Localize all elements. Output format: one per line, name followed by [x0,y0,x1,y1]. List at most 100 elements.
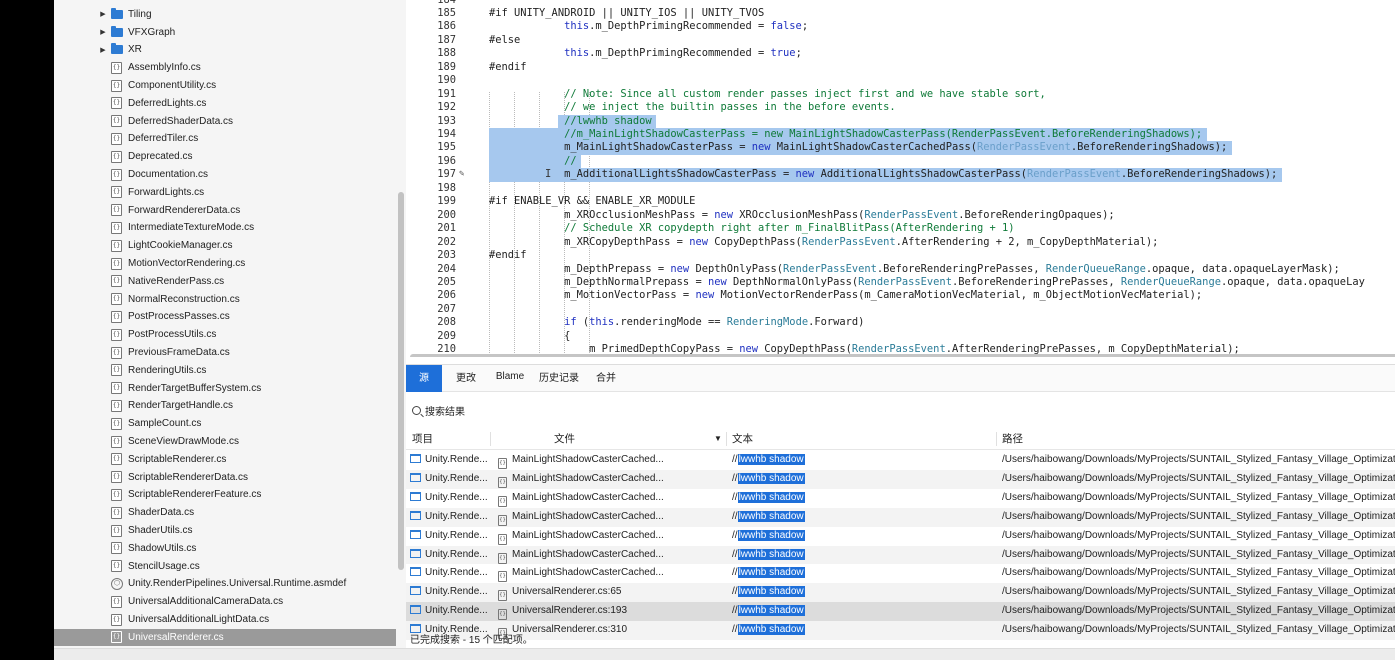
code-editor[interactable]: 184185 #if UNITY_ANDROID || UNITY_IOS || … [406,0,1395,357]
file-item[interactable]: {} IntermediateTextureMode.cs [54,219,396,237]
file-item[interactable]: {} UniversalAdditionalCameraData.cs [54,593,396,611]
result-match-highlight: lwwhb shadow [737,567,805,579]
code-text: m_DepthNormalPrepass = new DepthNormalOn… [489,275,1365,288]
file-item[interactable]: {} UniversalAdditionalLightData.cs [54,611,396,629]
file-label: Documentation.cs [128,169,209,181]
file-label: SceneViewDrawMode.cs [128,436,239,448]
folder-item[interactable]: ▶ VFXGraph [54,23,396,41]
tab-merge[interactable]: 合并 [586,365,626,392]
result-row[interactable]: Unity.Rende... {} MainLightShadowCasterCac… [406,507,1395,527]
result-project: Unity.Rende... [406,583,490,602]
result-project: Unity.Rende... [406,564,490,583]
result-path: /Users/haibowang/Downloads/MyProjects/SU… [1002,454,1395,465]
file-item[interactable]: {} RenderingUtils.cs [54,362,396,380]
file-item[interactable]: {} Deprecated.cs [54,148,396,166]
file-item[interactable]: {} RenderTargetBufferSystem.cs [54,379,396,397]
disclosure-triangle-icon[interactable]: ▶ [98,10,108,18]
file-item[interactable]: {} ShaderData.cs [54,504,396,522]
tab-changes[interactable]: 更改 [446,365,486,392]
column-header-path[interactable]: 路径 [1002,428,1023,450]
file-item[interactable]: {} LightCookieManager.cs [54,237,396,255]
disclosure-triangle-icon[interactable]: ▶ [98,28,108,36]
code-text: this.m_DepthPrimingRecommended = true; [564,47,802,60]
tab-blame[interactable]: Blame [488,365,532,392]
folder-item[interactable]: ▶ Tiling [54,6,396,24]
file-item[interactable]: {} SceneViewDrawMode.cs [54,433,396,451]
line-number: 206 [437,289,456,302]
result-match-highlight: lwwhb shadow [737,510,805,522]
editor-horizontal-scrollbar[interactable] [410,354,1395,357]
result-row[interactable]: Unity.Rende... {} MainLightShadowCasterCac… [406,545,1395,565]
csharp-file-icon: {} [498,514,507,526]
file-item[interactable]: {} MotionVectorRendering.cs [54,255,396,273]
file-label: StencilUsage.cs [128,560,200,572]
file-item[interactable]: {} UniversalRenderer.cs [54,628,396,647]
result-file: {} MainLightShadowCasterCached... [498,564,726,583]
file-item[interactable]: {} DeferredTiler.cs [54,130,396,148]
file-item[interactable]: {} Documentation.cs [54,166,396,184]
csharp-file-icon: {} [111,631,122,644]
file-item[interactable]: {} StencilUsage.cs [54,557,396,575]
csharp-file-icon: {} [111,328,122,341]
file-item[interactable]: {} ForwardLights.cs [54,184,396,202]
project-icon [410,454,421,463]
navigator-scrollbar[interactable] [398,192,404,570]
assembly-definition-icon: ⬡ [111,577,123,590]
result-row[interactable]: Unity.Rende... {} MainLightShadowCasterCac… [406,451,1395,470]
result-row[interactable]: Unity.Rende... {} UniversalRenderer.cs:65 /… [406,583,1395,603]
result-path: /Users/haibowang/Downloads/MyProjects/SU… [1002,510,1395,522]
code-line: 206 m_MotionVectorPass = new MotionVecto… [406,289,1395,302]
file-item[interactable]: ⬡ Unity.RenderPipelines.Universal.Runtime… [54,575,396,593]
column-header-file[interactable]: 文件 [554,428,575,450]
file-item[interactable]: {} ScriptableRendererFeature.cs [54,486,396,504]
code-line: 203 #endif [406,249,1395,262]
file-item[interactable]: {} ForwardRendererData.cs [54,201,396,219]
code-line: 187 #else [406,34,1395,47]
code-line: 196 // [406,154,1395,169]
file-item[interactable]: {} ComponentUtility.cs [54,77,396,95]
csharp-file-icon: {} [111,115,122,128]
tab-history[interactable]: 历史记录 [534,365,584,392]
csharp-file-icon: {} [111,346,122,359]
csharp-file-icon: {} [111,488,122,501]
file-item[interactable]: {} NormalReconstruction.cs [54,290,396,308]
file-label: PreviousFrameData.cs [128,347,230,359]
result-project-label: Unity.Rende... [425,605,488,617]
line-number: 208 [437,316,456,329]
search-icon [412,405,421,415]
tab-source[interactable]: 源 [406,365,442,392]
line-number: 203 [437,249,456,262]
result-file: {} MainLightShadowCasterCached... [498,546,726,565]
file-item[interactable]: {} RenderTargetHandle.cs [54,397,396,415]
file-item[interactable]: {} ShaderUtils.cs [54,522,396,540]
file-item[interactable]: {} PostProcessPasses.cs [54,308,396,326]
column-header-text[interactable]: 文本 [732,428,753,450]
file-item[interactable]: {} SampleCount.cs [54,415,396,433]
code-line: 190 [406,74,1395,87]
window-bottom-bar [54,648,1395,660]
disclosure-triangle-icon[interactable]: ▶ [98,46,108,54]
column-header-project[interactable]: 项目 [412,428,433,450]
file-item[interactable]: {} ScriptableRendererData.cs [54,468,396,486]
file-label: ComponentUtility.cs [128,80,217,92]
file-item[interactable]: {} NativeRenderPass.cs [54,273,396,291]
result-row[interactable]: Unity.Rende... {} UniversalRenderer.cs:193… [406,602,1395,622]
file-item[interactable]: {} PreviousFrameData.cs [54,344,396,362]
result-row[interactable]: Unity.Rende... {} MainLightShadowCasterCac… [406,489,1395,508]
code-text: // Note: Since all custom render passes … [489,87,1046,100]
file-item[interactable]: {} AssemblyInfo.cs [54,59,396,77]
code-line: 184 [406,0,1395,7]
file-item[interactable]: {} DeferredShaderData.cs [54,112,396,130]
result-row[interactable]: Unity.Rende... {} MainLightShadowCasterCac… [406,564,1395,583]
code-line: 185 #if UNITY_ANDROID || UNITY_IOS || UNI… [406,7,1395,20]
result-file-label: MainLightShadowCasterCached... [512,491,664,503]
result-row[interactable]: Unity.Rende... {} MainLightShadowCasterCac… [406,527,1395,546]
file-item[interactable]: {} DeferredLights.cs [54,95,396,113]
file-item[interactable]: {} ScriptableRenderer.cs [54,451,396,469]
csharp-file-icon: {} [498,495,507,507]
folder-item[interactable]: ▶ XR [54,41,396,59]
sort-descending-icon[interactable]: ▼ [714,428,722,450]
file-item[interactable]: {} ShadowUtils.cs [54,540,396,558]
file-item[interactable]: {} PostProcessUtils.cs [54,326,396,344]
result-row[interactable]: Unity.Rende... {} MainLightShadowCasterCac… [406,469,1395,489]
